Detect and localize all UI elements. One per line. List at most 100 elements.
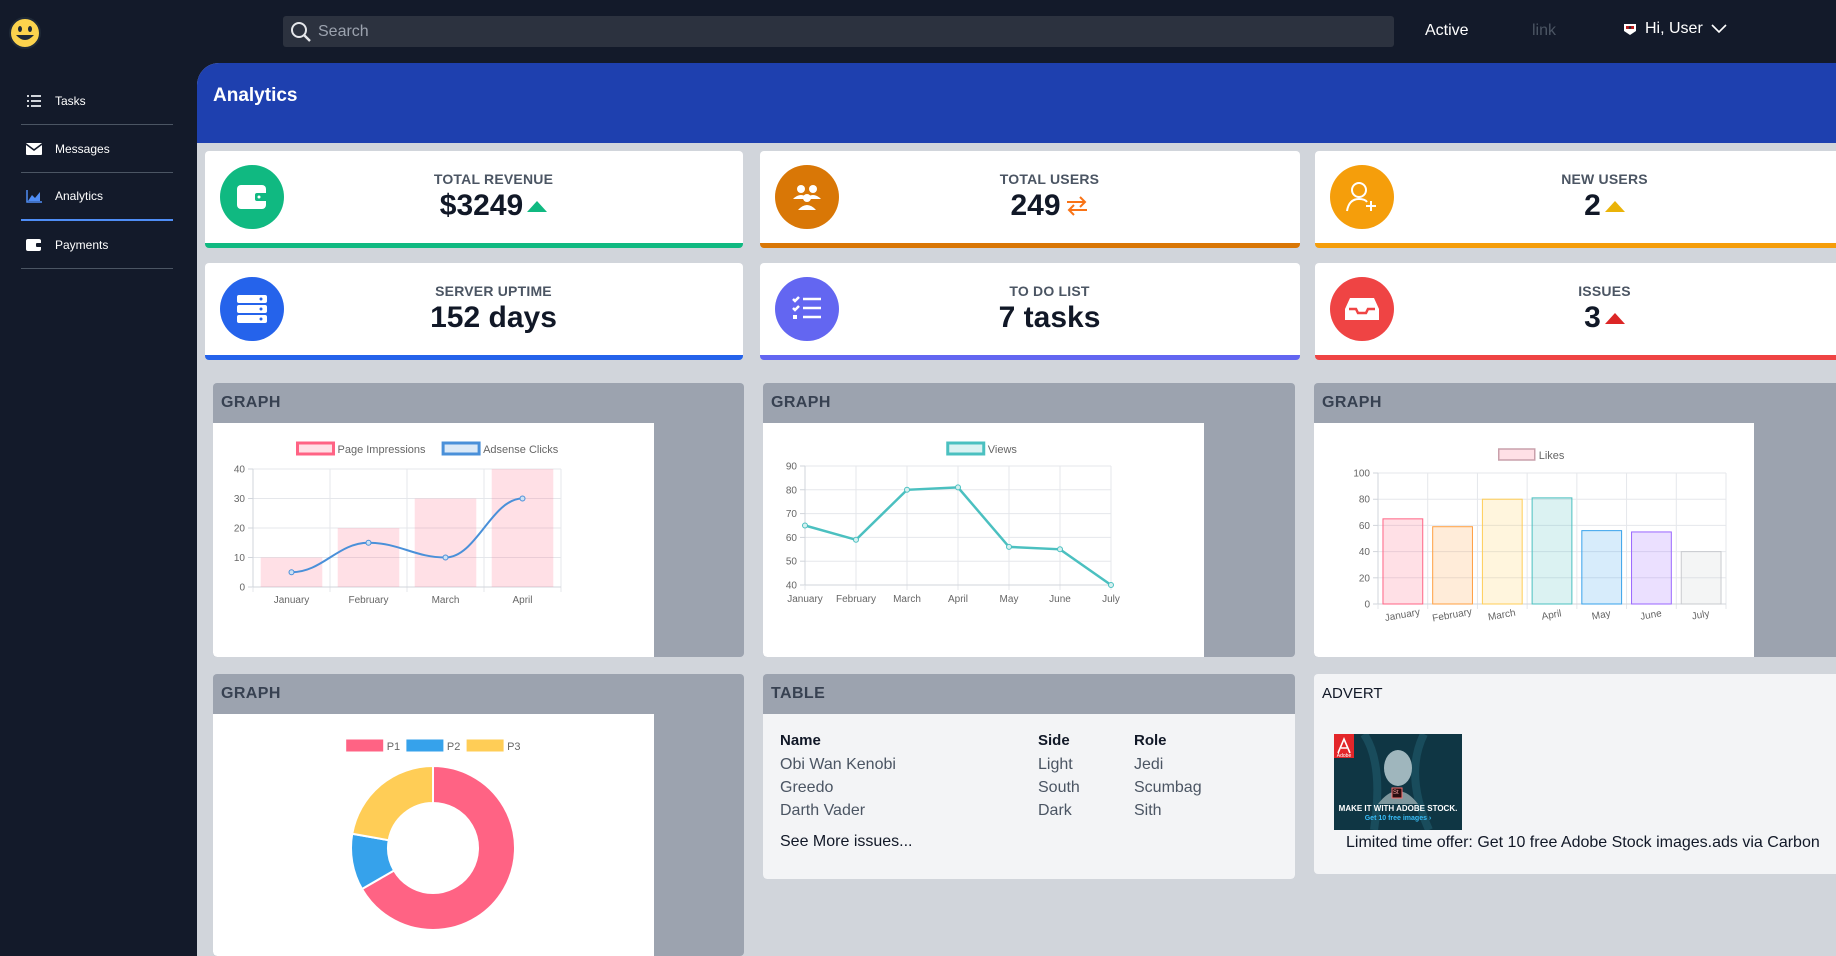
y-tick-label: 80 <box>1359 495 1371 506</box>
line-chart[interactable]: 40 50 60 70 80 90 January February March April May… <box>763 423 1204 657</box>
bar <box>1631 531 1672 605</box>
panel-title: GRAPH <box>771 394 831 411</box>
chart-container: 0 10 20 30 40 January February March April Page I… <box>213 423 654 657</box>
panel-title: GRAPH <box>221 394 281 411</box>
table-header: Name <box>780 732 821 749</box>
trend-up-icon <box>1604 201 1625 212</box>
mixed-bar-line-chart[interactable]: 0 10 20 30 40 January February March April Page I… <box>213 423 654 657</box>
x-tick-label: May <box>1000 594 1019 605</box>
table-cell: Greedo <box>780 779 834 796</box>
y-tick-label: 0 <box>239 583 245 594</box>
x-tick-label: January <box>1384 607 1421 624</box>
bar <box>1432 526 1473 605</box>
advert-panel: ADVERT Adobe St MAKE IT WITH ADOBE STOCK… <box>1314 674 1836 874</box>
table-cell: Obi Wan Kenobi <box>780 756 896 773</box>
tasks-list-icon <box>21 94 47 107</box>
legend-swatch <box>296 441 335 456</box>
y-tick-label: 20 <box>234 524 246 535</box>
stat-label: SERVER UPTIME <box>435 283 552 299</box>
table-cell: South <box>1038 779 1080 796</box>
stat-card-new-users: NEW USERS 2 <box>1315 151 1836 248</box>
ad-subcaption: Get 10 free images › <box>1364 815 1432 822</box>
data-point <box>1108 582 1114 588</box>
data-point <box>955 484 961 491</box>
data-point <box>1006 543 1012 550</box>
sidebar-item-payments[interactable]: Payments <box>21 221 173 269</box>
data-point <box>365 539 372 546</box>
sidebar-item-messages[interactable]: Messages <box>21 125 173 173</box>
sidebar-item-label: Analytics <box>55 189 104 203</box>
user-plus-icon <box>1330 165 1394 229</box>
bar <box>1531 497 1573 605</box>
y-tick-label: 60 <box>1359 521 1371 532</box>
bar <box>491 469 554 587</box>
x-tick-label: June <box>1639 608 1663 623</box>
stat-card-server-uptime: SERVER UPTIME 152 days <box>205 263 743 360</box>
data-point <box>904 486 910 493</box>
stat-label: ISSUES <box>1578 283 1631 299</box>
bar-chart[interactable]: 0 20 40 60 80 100 January February March April May… <box>1314 423 1754 657</box>
wallet-icon <box>220 165 284 229</box>
user-menu[interactable]: Hi, User <box>1623 20 1727 38</box>
doughnut-chart[interactable]: P1 P2 P3 <box>213 714 654 952</box>
table-row: Obi Wan Kenobi Light Jedi <box>780 754 1202 777</box>
ad-image[interactable]: Adobe St MAKE IT WITH ADOBE STOCK. Get 1… <box>1334 734 1462 830</box>
table-body: Name Side Role Obi Wan Kenobi Light Jedi… <box>763 714 1295 879</box>
table-panel: TABLE Name Side Role Obi Wan Kenobi Ligh… <box>763 674 1295 879</box>
x-tick-label: February <box>348 595 388 606</box>
stat-card-total-revenue: TOTAL REVENUE $3249 <box>205 151 743 248</box>
y-tick-label: 90 <box>786 462 798 473</box>
legend-label: P3 <box>507 741 520 753</box>
table-cell: Dark <box>1038 802 1072 819</box>
search-bar[interactable] <box>283 16 1394 47</box>
sidebar-item-analytics[interactable]: Analytics <box>21 173 173 221</box>
server-icon <box>220 277 284 341</box>
user-greeting: Hi, User <box>1645 20 1703 37</box>
ad-caption: MAKE IT WITH ADOBE STOCK. <box>1338 804 1458 813</box>
sidebar-item-label: Tasks <box>55 93 86 108</box>
x-tick-label: January <box>274 595 310 606</box>
legend-label: P1 <box>387 741 400 753</box>
legend-swatch <box>466 739 504 752</box>
sidebar-nav: Tasks Messages Analytics Payments <box>21 77 173 269</box>
bar <box>1581 530 1623 605</box>
chevron-down-icon <box>1711 24 1727 34</box>
see-more-link[interactable]: See More issues... <box>780 833 913 851</box>
panel-title: ADVERT <box>1322 685 1383 702</box>
sidebar-item-tasks[interactable]: Tasks <box>21 77 173 125</box>
bar <box>1680 551 1722 605</box>
table-row: Greedo South Scumbag <box>780 777 1202 800</box>
x-tick-label: March <box>893 594 921 605</box>
ad-text-link[interactable]: Limited time offer: Get 10 free Adobe St… <box>1346 834 1820 852</box>
y-tick-label: 0 <box>1364 600 1370 611</box>
x-tick-label: July <box>1102 594 1120 605</box>
stat-card-to-do-list: TO DO LIST 7 tasks <box>760 263 1300 360</box>
legend-label: P2 <box>447 741 460 753</box>
y-tick-label: 30 <box>234 494 246 505</box>
search-input[interactable] <box>318 22 1318 41</box>
active-link[interactable]: Active <box>1425 22 1469 40</box>
data-table: Name Side Role Obi Wan Kenobi Light Jedi… <box>780 732 1202 823</box>
chart-container: 0 20 40 60 80 100 January February March April May… <box>1314 423 1754 657</box>
x-tick-label: February <box>1431 607 1472 625</box>
x-tick-label: June <box>1049 594 1071 605</box>
graph-panel-4: GRAPH P1 P2 P3 <box>213 674 744 956</box>
chart-container: 40 50 60 70 80 90 January February March April May… <box>763 423 1204 657</box>
main-content: Analytics TOTAL REVENUE $3249 TOTAL USER… <box>197 63 1836 956</box>
stat-card-total-users: TOTAL USERS 249 <box>760 151 1300 248</box>
table-cell: Light <box>1038 756 1073 773</box>
trend-up-icon <box>1604 313 1625 324</box>
smiley-logo-icon[interactable] <box>8 16 42 50</box>
table-header: Side <box>1038 732 1070 749</box>
graph-panel-1: GRAPH 0 10 20 30 40 January February March April… <box>213 383 744 657</box>
x-tick-label: January <box>787 594 823 605</box>
x-tick-label: April <box>1541 608 1563 622</box>
sidebar-item-label: Messages <box>55 141 110 156</box>
bar <box>337 528 400 587</box>
table-cell: Sith <box>1134 802 1162 819</box>
legend-label: Views <box>988 444 1018 456</box>
table-cell: Scumbag <box>1134 779 1202 796</box>
table-cell: Darth Vader <box>780 802 866 819</box>
search-icon <box>291 21 311 42</box>
link-nav[interactable]: link <box>1532 22 1556 40</box>
